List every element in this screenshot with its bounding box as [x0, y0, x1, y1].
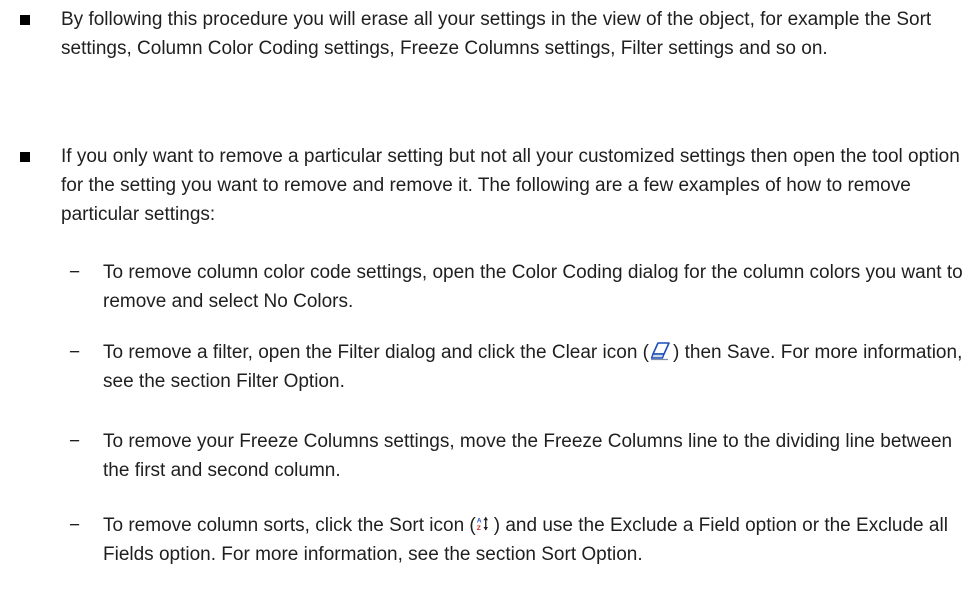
- eraser-icon: [650, 342, 670, 361]
- svg-text:A: A: [477, 518, 482, 525]
- square-bullet-icon: [20, 15, 30, 25]
- dash-marker: −: [69, 431, 81, 452]
- sub-item-text: To remove your Freeze Columns settings, …: [103, 431, 953, 481]
- sub-item-text-before: To remove a filter, open the Filter dial…: [103, 342, 649, 363]
- dash-marker: −: [69, 342, 81, 363]
- sub-item-text: To remove column sorts, click the Sort i…: [103, 511, 963, 569]
- sub-item-text-before: To remove column sorts, click the Sort i…: [103, 515, 476, 536]
- dash-marker: −: [69, 515, 81, 536]
- sort-az-icon: A Z: [477, 516, 488, 532]
- bullet-text: By following this procedure you will era…: [61, 9, 932, 59]
- dash-marker: −: [69, 262, 81, 283]
- svg-text:Z: Z: [477, 525, 481, 532]
- sub-item-text: To remove column color code settings, op…: [103, 262, 963, 312]
- sub-item-text: To remove a filter, open the Filter dial…: [103, 338, 963, 396]
- square-bullet-icon: [20, 152, 30, 162]
- bullet-text: If you only want to remove a particular …: [61, 146, 960, 225]
